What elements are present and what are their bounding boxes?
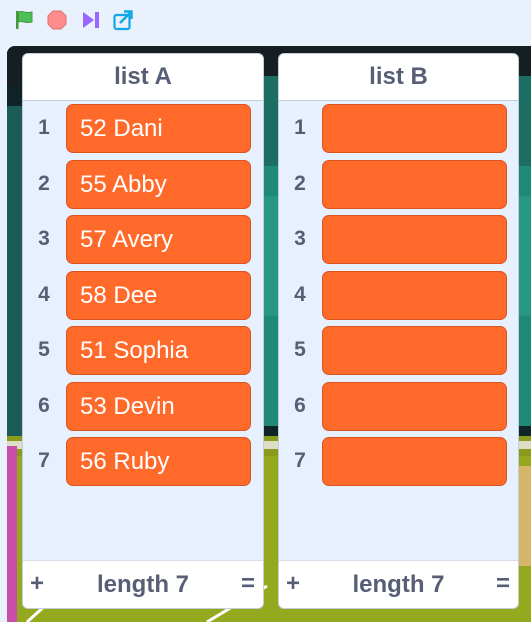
step-icon[interactable]	[80, 8, 102, 32]
item-value[interactable]: 58 Dee	[66, 271, 251, 320]
item-value[interactable]: 57 Avery	[66, 215, 251, 264]
item-index: 7	[38, 449, 50, 472]
item-value[interactable]: 51 Sophia	[66, 326, 251, 375]
list-items: 1 2 3 4 5 6 7	[279, 101, 518, 555]
item-value[interactable]: 53 Devin	[66, 382, 251, 431]
share-icon[interactable]	[112, 8, 134, 32]
list-footer: + length 7 =	[23, 560, 263, 608]
list-item: 4	[279, 270, 518, 321]
item-value[interactable]	[322, 437, 507, 486]
list-item: 4 58 Dee	[23, 270, 263, 321]
list-item: 1	[279, 103, 518, 154]
list-item: 5 51 Sophia	[23, 325, 263, 376]
resize-handle[interactable]: =	[241, 570, 255, 598]
item-index: 5	[38, 338, 50, 361]
item-index: 1	[38, 116, 50, 139]
stage-toolbar	[0, 0, 531, 44]
item-value[interactable]: 56 Ruby	[66, 437, 251, 486]
item-value[interactable]	[322, 271, 507, 320]
item-index: 6	[294, 394, 306, 417]
item-value[interactable]	[322, 215, 507, 264]
item-index: 2	[294, 172, 306, 195]
list-item: 7 56 Ruby	[23, 436, 263, 487]
list-title: list B	[279, 54, 518, 101]
stop-icon[interactable]	[46, 8, 68, 32]
item-index: 5	[294, 338, 306, 361]
list-item: 1 52 Dani	[23, 103, 263, 154]
item-index: 4	[38, 283, 50, 306]
list-item: 7	[279, 436, 518, 487]
list-item: 2	[279, 159, 518, 210]
item-index: 1	[294, 116, 306, 139]
list-items: 1 52 Dani 2 55 Abby 3 57 Avery 4 58 Dee …	[23, 101, 263, 555]
list-item: 2 55 Abby	[23, 159, 263, 210]
item-index: 3	[294, 227, 306, 250]
item-value[interactable]	[322, 104, 507, 153]
list-footer: + length 7 =	[279, 560, 518, 608]
list-item: 6	[279, 381, 518, 432]
list-length: length 7	[96, 571, 189, 598]
item-index: 7	[294, 449, 306, 472]
list-item: 3	[279, 214, 518, 265]
list-monitor-list-a[interactable]: list A 1 52 Dani 2 55 Abby 3 57 Avery 4 …	[22, 53, 264, 609]
list-length: length 7	[352, 571, 445, 598]
item-value[interactable]: 52 Dani	[66, 104, 251, 153]
item-value[interactable]	[322, 160, 507, 209]
list-item: 6 53 Devin	[23, 381, 263, 432]
list-title: list A	[23, 54, 263, 101]
item-index: 4	[294, 283, 306, 306]
item-index: 3	[38, 227, 50, 250]
item-index: 2	[38, 172, 50, 195]
item-value[interactable]	[322, 382, 507, 431]
list-monitor-list-b[interactable]: list B 1 2 3 4 5 6 7 + length 7 =	[278, 53, 519, 609]
item-index: 6	[38, 394, 50, 417]
list-item: 3 57 Avery	[23, 214, 263, 265]
item-value[interactable]: 55 Abby	[66, 160, 251, 209]
list-item: 5	[279, 325, 518, 376]
green-flag-icon[interactable]	[13, 8, 35, 32]
resize-handle[interactable]: =	[496, 570, 510, 598]
item-value[interactable]	[322, 326, 507, 375]
